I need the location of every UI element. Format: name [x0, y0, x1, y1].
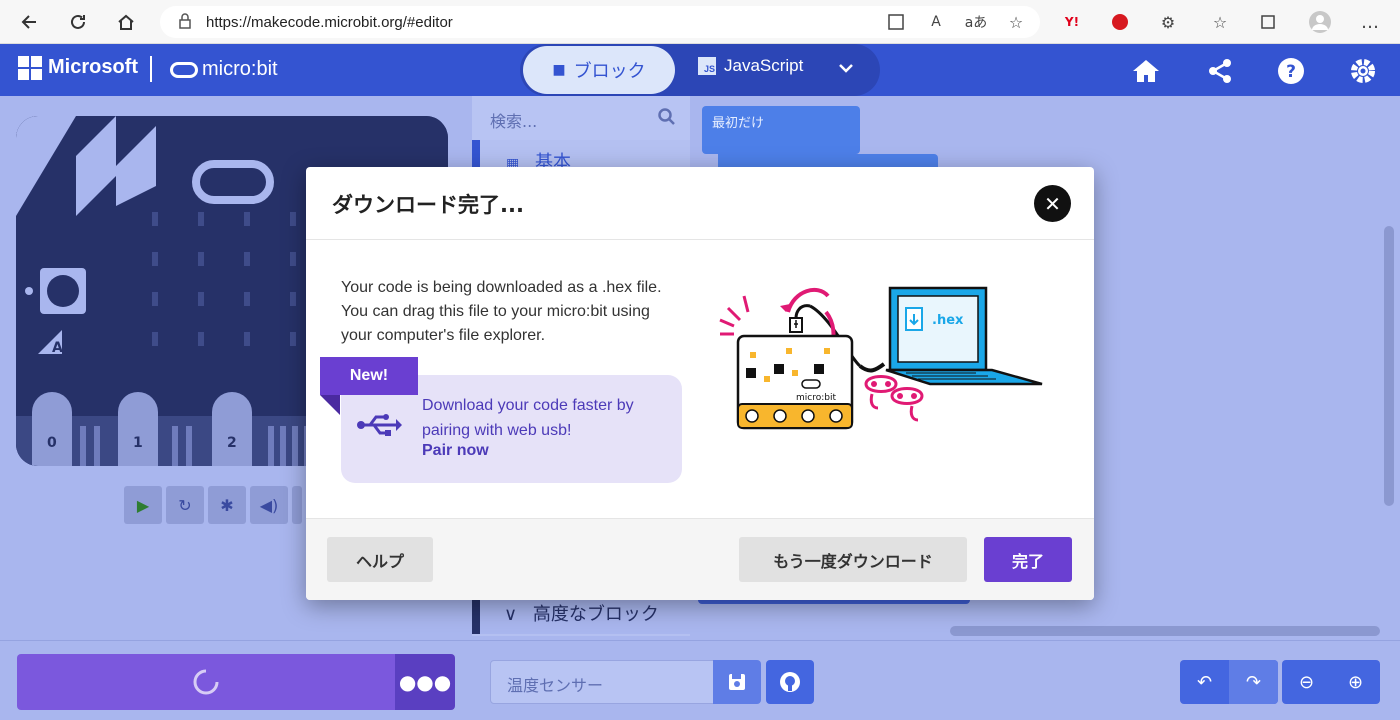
- profile-avatar[interactable]: [1306, 8, 1334, 36]
- redo-icon[interactable]: ↷: [1229, 660, 1278, 704]
- more-dots-icon: ●●●: [398, 670, 452, 694]
- trend-extension-icon[interactable]: [1106, 8, 1134, 36]
- collections-icon[interactable]: [1254, 8, 1282, 36]
- bottom-toolbar: ●●● 温度センサー ↶ ↷ ⊖ ⊕: [0, 640, 1400, 720]
- app-header: Microsoft micro:bit ■ ブロック JS JavaScript…: [0, 44, 1400, 96]
- dialog-message: Your code is being downloaded as a .hex …: [341, 279, 662, 344]
- microsoft-logo-icon: [18, 56, 42, 80]
- search-placeholder: 検索...: [490, 112, 538, 131]
- download-illustration: .hex micro:bit: [716, 272, 1056, 442]
- usb-icon: [356, 411, 402, 439]
- save-button[interactable]: [713, 660, 761, 704]
- dialog-footer: ヘルプ もう一度ダウンロード 完了: [306, 518, 1094, 600]
- redownload-button[interactable]: もう一度ダウンロード: [739, 537, 967, 582]
- home-icon[interactable]: [1131, 56, 1161, 86]
- header-divider: [150, 56, 152, 82]
- editor-switch: ■ ブロック JS JavaScript: [520, 44, 880, 96]
- category-advanced-label: 高度なブロック: [532, 604, 659, 625]
- zoom-group: ⊖ ⊕: [1282, 660, 1380, 704]
- mute-icon[interactable]: ◀): [250, 486, 288, 524]
- dialog-header: ダウンロード完了... ✕: [306, 167, 1094, 240]
- project-name-value: 温度センサー: [507, 676, 604, 695]
- close-icon[interactable]: ✕: [1034, 185, 1071, 222]
- simulator-controls: ▶ ↻ ✱ ◀): [124, 486, 302, 524]
- tab-blocks[interactable]: ■ ブロック: [523, 46, 675, 94]
- brand-name: Microsoft: [48, 56, 138, 78]
- chevron-down-icon: ∨: [504, 604, 518, 625]
- microbit-logo[interactable]: micro:bit: [170, 58, 278, 81]
- search-icon: [658, 108, 676, 130]
- on-start-block[interactable]: 最初だけ: [702, 106, 860, 154]
- svg-text:?: ?: [1286, 62, 1296, 82]
- github-icon: [780, 672, 800, 692]
- extensions-icon[interactable]: ⚙: [1154, 8, 1182, 36]
- tab-javascript-label: JavaScript: [724, 56, 804, 75]
- ribbon-fold: [320, 395, 340, 415]
- microbit-pill-icon: [170, 61, 198, 78]
- browser-toolbar: https://makecode.microbit.org/#editor A …: [0, 0, 1400, 44]
- loading-spinner-icon: [193, 669, 219, 695]
- product-name: micro:bit: [202, 58, 278, 80]
- home-browser-icon[interactable]: [108, 4, 144, 40]
- save-icon: [729, 674, 745, 690]
- download-complete-dialog: ダウンロード完了... ✕ Your code is being downloa…: [306, 167, 1094, 600]
- more-menu-icon[interactable]: …: [1356, 8, 1384, 36]
- zoom-out-icon[interactable]: ⊖: [1282, 660, 1331, 704]
- refresh-icon[interactable]: [60, 4, 96, 40]
- undo-icon[interactable]: ↶: [1180, 660, 1229, 704]
- lock-icon: [178, 13, 192, 33]
- button-a-label: A: [52, 340, 63, 356]
- play-icon[interactable]: ▶: [124, 486, 162, 524]
- webusb-message: Download your code faster by pairing wit…: [422, 397, 634, 439]
- tab-javascript[interactable]: JS JavaScript: [698, 56, 803, 76]
- new-badge: New!: [320, 357, 418, 395]
- vertical-scrollbar[interactable]: [1384, 226, 1394, 506]
- dialog-title: ダウンロード完了...: [332, 193, 524, 217]
- back-icon[interactable]: [12, 4, 48, 40]
- tab-blocks-label: ブロック: [573, 61, 646, 82]
- horizontal-scrollbar[interactable]: [950, 626, 1380, 636]
- share-icon[interactable]: [1205, 56, 1235, 86]
- toolbox-search-input[interactable]: 検索...: [472, 96, 690, 140]
- js-icon: JS: [698, 57, 716, 75]
- pin-0-label: 0: [47, 435, 57, 451]
- url-text: https://makecode.microbit.org/#editor: [206, 13, 453, 31]
- on-start-label: 最初だけ: [712, 116, 765, 131]
- chevron-down-icon[interactable]: [838, 58, 854, 79]
- help-icon[interactable]: ?: [1276, 56, 1306, 86]
- download-button[interactable]: [17, 654, 395, 710]
- pin-2-label: 2: [227, 435, 237, 451]
- reader-icon[interactable]: [882, 8, 910, 36]
- restart-icon[interactable]: ↻: [166, 486, 204, 524]
- debug-icon[interactable]: ✱: [208, 486, 246, 524]
- download-more-button[interactable]: ●●●: [395, 654, 455, 710]
- translate-icon[interactable]: aあ: [962, 8, 990, 36]
- puzzle-icon: ■: [552, 62, 566, 78]
- github-button[interactable]: [766, 660, 814, 704]
- yahoo-extension-icon[interactable]: Y!: [1058, 8, 1086, 36]
- done-button[interactable]: 完了: [984, 537, 1072, 582]
- undo-redo-group: ↶ ↷: [1180, 660, 1278, 704]
- board-label: micro:bit: [796, 393, 836, 403]
- favorites-icon[interactable]: ☆: [1206, 8, 1234, 36]
- pair-now-link[interactable]: Pair now: [422, 442, 489, 460]
- project-name-input[interactable]: 温度センサー: [490, 660, 714, 704]
- hex-label: .hex: [932, 313, 964, 328]
- pin-1-label: 1: [133, 435, 143, 451]
- favorite-add-icon[interactable]: ☆: [1002, 8, 1030, 36]
- fullscreen-icon[interactable]: [292, 486, 302, 524]
- help-button[interactable]: ヘルプ: [327, 537, 433, 582]
- settings-icon[interactable]: [1348, 56, 1378, 86]
- zoom-in-icon[interactable]: ⊕: [1331, 660, 1380, 704]
- read-aloud-icon[interactable]: A: [922, 8, 950, 36]
